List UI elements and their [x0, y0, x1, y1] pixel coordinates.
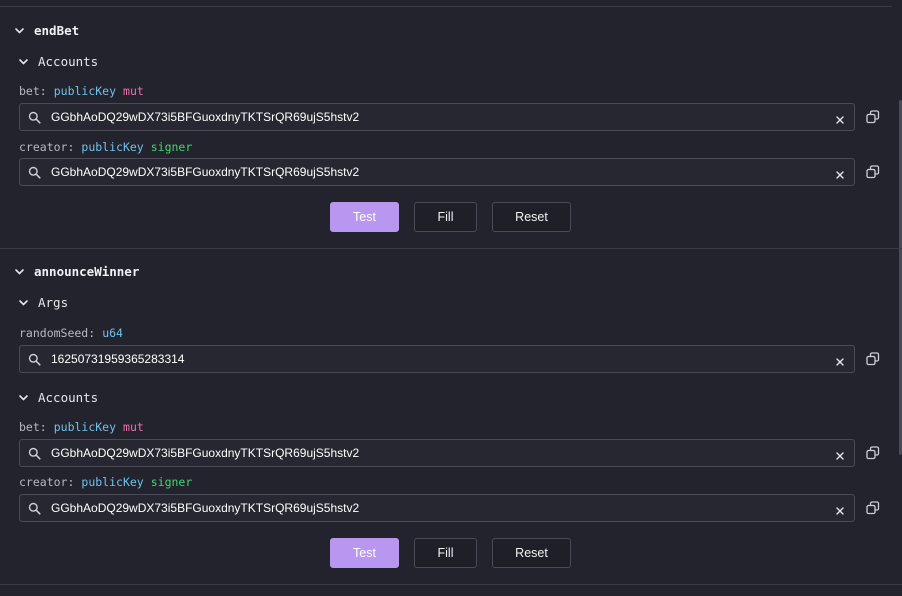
account-input-creator[interactable]: GGbhAoDQ29wDX73i5BFGuoxdnyTKTSrQR69ujS5h… — [19, 494, 855, 522]
account-label-creator: creator: publicKey signer — [19, 140, 193, 154]
search-icon — [28, 447, 41, 460]
instruction-header-endbet[interactable]: endBet — [14, 21, 79, 39]
clear-icon[interactable] — [835, 503, 845, 515]
account-input-creator[interactable]: GGbhAoDQ29wDX73i5BFGuoxdnyTKTSrQR69ujS5h… — [19, 158, 855, 186]
arg-type: u64 — [102, 326, 123, 340]
clear-icon[interactable] — [835, 448, 845, 460]
reset-button[interactable]: Reset — [492, 202, 571, 232]
search-icon — [28, 353, 41, 366]
chevron-down-icon — [18, 56, 29, 67]
accounts-header-label: Accounts — [38, 389, 99, 405]
top-divider — [0, 6, 892, 7]
copy-icon[interactable] — [866, 110, 880, 124]
copy-icon[interactable] — [866, 165, 880, 179]
account-flag: signer — [150, 140, 193, 154]
account-type: publicKey — [53, 420, 117, 434]
fill-button[interactable]: Fill — [414, 202, 477, 232]
clear-icon[interactable] — [835, 354, 845, 366]
account-name: bet — [19, 84, 40, 98]
reset-button[interactable]: Reset — [492, 538, 571, 568]
section-divider — [0, 248, 902, 249]
arg-label-randomseed: randomSeed: u64 — [19, 326, 123, 340]
chevron-down-icon — [18, 297, 29, 308]
chevron-down-icon — [14, 25, 25, 36]
account-value[interactable]: GGbhAoDQ29wDX73i5BFGuoxdnyTKTSrQR69ujS5h… — [51, 446, 835, 460]
account-label-bet: bet: publicKey mut — [19, 84, 144, 98]
account-value[interactable]: GGbhAoDQ29wDX73i5BFGuoxdnyTKTSrQR69ujS5h… — [51, 110, 835, 124]
fill-button[interactable]: Fill — [414, 538, 477, 568]
search-icon — [28, 166, 41, 179]
instruction-name: endBet — [34, 22, 80, 38]
account-flag: mut — [123, 420, 144, 434]
clear-icon[interactable] — [835, 167, 845, 179]
account-type: publicKey — [81, 140, 144, 154]
test-button[interactable]: Test — [330, 202, 399, 232]
accounts-header[interactable]: Accounts — [18, 52, 98, 70]
chevron-down-icon — [14, 266, 25, 277]
account-type: publicKey — [53, 84, 117, 98]
account-flag: signer — [150, 475, 193, 489]
copy-icon[interactable] — [866, 501, 880, 515]
section-divider — [0, 584, 902, 585]
account-name: creator — [19, 475, 68, 489]
account-input-bet[interactable]: GGbhAoDQ29wDX73i5BFGuoxdnyTKTSrQR69ujS5h… — [19, 439, 855, 467]
args-header-label: Args — [38, 294, 69, 310]
account-type: publicKey — [81, 475, 144, 489]
accounts-header[interactable]: Accounts — [18, 388, 98, 406]
account-flag: mut — [123, 84, 144, 98]
test-button[interactable]: Test — [330, 538, 399, 568]
arg-name: randomSeed — [19, 326, 89, 340]
instruction-name: announceWinner — [34, 263, 140, 279]
account-value[interactable]: GGbhAoDQ29wDX73i5BFGuoxdnyTKTSrQR69ujS5h… — [51, 501, 835, 515]
instruction-header-announcewinner[interactable]: announceWinner — [14, 262, 139, 280]
account-input-bet[interactable]: GGbhAoDQ29wDX73i5BFGuoxdnyTKTSrQR69ujS5h… — [19, 103, 855, 131]
account-name: bet — [19, 420, 40, 434]
search-icon — [28, 502, 41, 515]
chevron-down-icon — [18, 392, 29, 403]
args-header[interactable]: Args — [18, 293, 68, 311]
copy-icon[interactable] — [866, 352, 880, 366]
arg-input-randomseed[interactable]: 16250731959365283314 — [19, 345, 855, 373]
clear-icon[interactable] — [835, 112, 845, 124]
account-value[interactable]: GGbhAoDQ29wDX73i5BFGuoxdnyTKTSrQR69ujS5h… — [51, 165, 835, 179]
copy-icon[interactable] — [866, 446, 880, 460]
search-icon — [28, 111, 41, 124]
account-label-bet: bet: publicKey mut — [19, 420, 144, 434]
accounts-header-label: Accounts — [38, 53, 99, 69]
account-name: creator — [19, 140, 68, 154]
arg-value[interactable]: 16250731959365283314 — [51, 352, 835, 366]
account-label-creator: creator: publicKey signer — [19, 475, 193, 489]
